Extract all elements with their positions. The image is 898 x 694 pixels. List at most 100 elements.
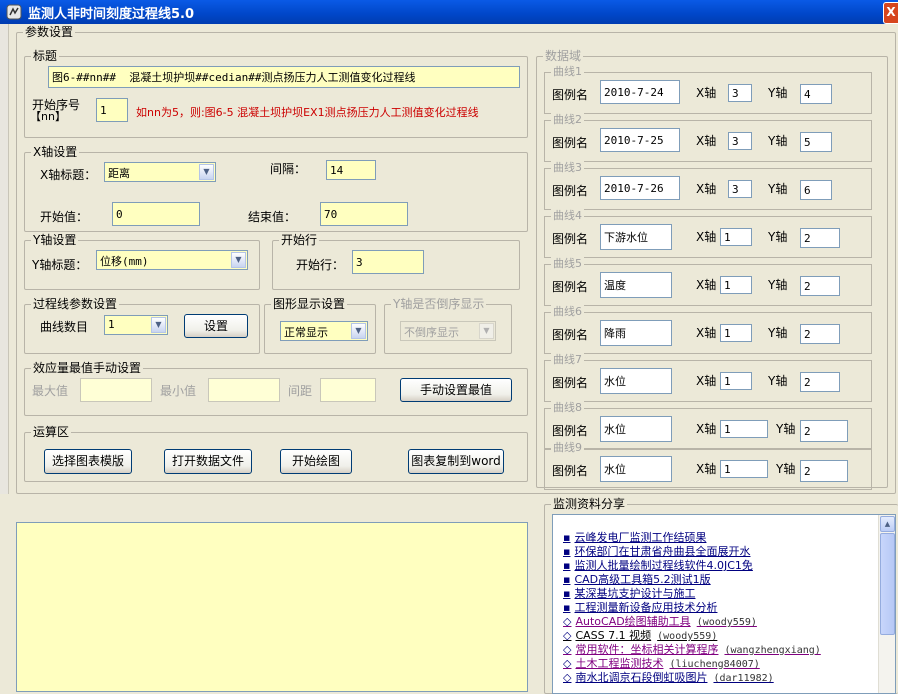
chevron-down-icon[interactable]: ▼ xyxy=(199,164,214,180)
curve-name-input[interactable] xyxy=(600,456,672,482)
min-input[interactable] xyxy=(208,378,280,402)
square-bullet-icon: ▪ xyxy=(563,587,571,600)
chevron-down-icon[interactable]: ▼ xyxy=(231,252,246,268)
share-link[interactable]: ▪ CAD高级工具箱5.2测试1版 xyxy=(563,573,711,587)
share-link[interactable]: ◇ 土木工程监测技术 (liucheng84007) xyxy=(563,657,760,672)
spacing-input[interactable] xyxy=(320,378,376,402)
yreverse-combo[interactable]: 不倒序显示 ▼ xyxy=(400,321,496,341)
share-link-text[interactable]: 某深基坑支护设计与施工 xyxy=(574,587,695,600)
share-link-text[interactable]: CASS 7.1 视频 xyxy=(575,629,651,642)
open-data-file-button[interactable]: 打开数据文件 xyxy=(164,449,252,474)
curve-x-input[interactable] xyxy=(728,84,752,102)
share-link[interactable]: ▪ 环保部门在甘肃省舟曲县全面展开水 xyxy=(563,545,750,559)
share-link[interactable]: ▪ 云峰发电厂监测工作结硕果 xyxy=(563,531,706,545)
yaxis-legend: Y轴设置 xyxy=(31,233,79,247)
curve-name-input[interactable] xyxy=(600,320,672,346)
scroll-thumb[interactable] xyxy=(880,533,895,635)
curve-name-input[interactable] xyxy=(600,80,680,104)
chart-title-input[interactable] xyxy=(48,66,520,88)
curve-count-combo[interactable]: 1 ▼ xyxy=(104,315,168,335)
curve-y-input[interactable] xyxy=(800,180,832,200)
diamond-bullet-icon: ◇ xyxy=(563,615,572,628)
curve-name-input[interactable] xyxy=(600,128,680,152)
curve-x-input[interactable] xyxy=(728,132,752,150)
curve-name-input[interactable] xyxy=(600,272,672,298)
curve-y-input[interactable] xyxy=(800,460,848,482)
start-row-input[interactable] xyxy=(352,250,424,274)
curve-name-label: 图例名 xyxy=(552,464,589,478)
curve-x-label: X轴 xyxy=(696,278,717,292)
share-link-text[interactable]: 监测人批量绘制过程线软件4.0JC1免 xyxy=(574,559,752,572)
share-link[interactable]: ◇ CASS 7.1 视频 (woody559) xyxy=(563,629,717,644)
share-link[interactable]: ▪ 监测人批量绘制过程线软件4.0JC1免 xyxy=(563,559,753,573)
curve-name-input[interactable] xyxy=(600,368,672,394)
curve-count-value: 1 xyxy=(108,318,115,331)
vertical-scrollbar[interactable]: ▲ xyxy=(878,515,895,693)
curve-x-input[interactable] xyxy=(720,228,752,246)
copy-to-word-button[interactable]: 图表复制到word xyxy=(408,449,504,474)
display-combo[interactable]: 正常显示 ▼ xyxy=(280,321,368,341)
curve-y-input[interactable] xyxy=(800,372,840,392)
start-draw-button[interactable]: 开始绘图 xyxy=(280,449,352,474)
share-panel[interactable]: ▪ 云峰发电厂监测工作结硕果 ▪ 环保部门在甘肃省舟曲县全面展开水 ▪ 监测人批量绘制过程… xyxy=(552,514,896,694)
title-bar[interactable]: 监测人非时间刻度过程线5.0 X xyxy=(0,0,898,24)
share-link[interactable]: ◇ 常用软件：坐标相关计算程序 (wangzhengxiang) xyxy=(563,643,821,658)
chevron-down-icon[interactable]: ▼ xyxy=(351,323,366,339)
share-link-text[interactable]: 云峰发电厂监测工作结硕果 xyxy=(574,531,706,544)
curve-legend: 曲线7 xyxy=(551,353,584,367)
curve-x-input[interactable] xyxy=(728,180,752,198)
select-template-button[interactable]: 选择图表模版 xyxy=(44,449,132,474)
share-link-text[interactable]: 南水北调京石段倒虹吸图片 xyxy=(575,671,707,684)
setup-button[interactable]: 设置 xyxy=(184,314,248,338)
yreverse-value: 不倒序显示 xyxy=(404,326,459,339)
curve-y-input[interactable] xyxy=(800,228,840,248)
close-button[interactable]: X xyxy=(883,2,898,24)
curve-name-label: 图例名 xyxy=(552,280,589,294)
curve-x-input[interactable] xyxy=(720,460,768,478)
curve-name-label: 图例名 xyxy=(552,184,589,198)
curve-y-input[interactable] xyxy=(800,84,832,104)
curve-y-label: Y轴 xyxy=(768,230,788,244)
curve-name-label: 图例名 xyxy=(552,328,589,342)
curve-y-input[interactable] xyxy=(800,132,832,152)
curve-x-label: X轴 xyxy=(696,462,717,476)
curve-name-input[interactable] xyxy=(600,176,680,200)
share-link[interactable]: ▪ 某深基坑支护设计与施工 xyxy=(563,587,695,601)
curve-y-input[interactable] xyxy=(800,420,848,442)
curve-x-input[interactable] xyxy=(720,276,752,294)
yaxis-title-combo[interactable]: 位移(mm) ▼ xyxy=(96,250,248,270)
curve-name-input[interactable] xyxy=(600,224,672,250)
curve-name-label: 图例名 xyxy=(552,376,589,390)
scroll-up-icon[interactable]: ▲ xyxy=(880,516,895,532)
share-link-text[interactable]: 常用软件：坐标相关计算程序 xyxy=(575,643,718,656)
share-link[interactable]: ▪ 工程测量新设备应用技术分析 xyxy=(563,601,717,615)
curve-legend: 曲线3 xyxy=(551,161,584,175)
max-input[interactable] xyxy=(80,378,152,402)
manual-extreme-button[interactable]: 手动设置最值 xyxy=(400,378,512,402)
share-link[interactable]: ◇ 南水北调京石段倒虹吸图片 (dar11982) xyxy=(563,671,774,686)
curve-x-input[interactable] xyxy=(720,420,768,438)
chevron-down-icon[interactable]: ▼ xyxy=(479,323,494,339)
curve-name-input[interactable] xyxy=(600,416,672,442)
xaxis-interval-input[interactable] xyxy=(326,160,376,180)
curve-y-input[interactable] xyxy=(800,324,840,344)
start-no-sublabel: 【nn】 xyxy=(30,110,66,123)
xaxis-end-input[interactable] xyxy=(320,202,408,226)
chevron-down-icon[interactable]: ▼ xyxy=(151,317,166,333)
curve-y-input[interactable] xyxy=(800,276,840,296)
share-link-text[interactable]: 土木工程监测技术 xyxy=(575,657,663,670)
share-link-text[interactable]: AutoCAD绘图辅助工具 xyxy=(575,615,690,628)
curve-params-legend: 过程线参数设置 xyxy=(31,297,120,311)
share-link[interactable]: ◇ AutoCAD绘图辅助工具 (woody559) xyxy=(563,615,757,630)
display-value: 正常显示 xyxy=(284,326,328,339)
share-link-text[interactable]: 环保部门在甘肃省舟曲县全面展开水 xyxy=(574,545,750,558)
curve-x-input[interactable] xyxy=(720,372,752,390)
curve-x-input[interactable] xyxy=(720,324,752,342)
xaxis-start-input[interactable] xyxy=(112,202,200,226)
start-no-input[interactable] xyxy=(96,98,128,122)
output-area[interactable] xyxy=(16,522,528,692)
xaxis-title-combo[interactable]: 距离 ▼ xyxy=(104,162,216,182)
share-link-text[interactable]: CAD高级工具箱5.2测试1版 xyxy=(574,573,710,586)
app-icon xyxy=(6,4,22,20)
share-link-text[interactable]: 工程测量新设备应用技术分析 xyxy=(574,601,717,614)
